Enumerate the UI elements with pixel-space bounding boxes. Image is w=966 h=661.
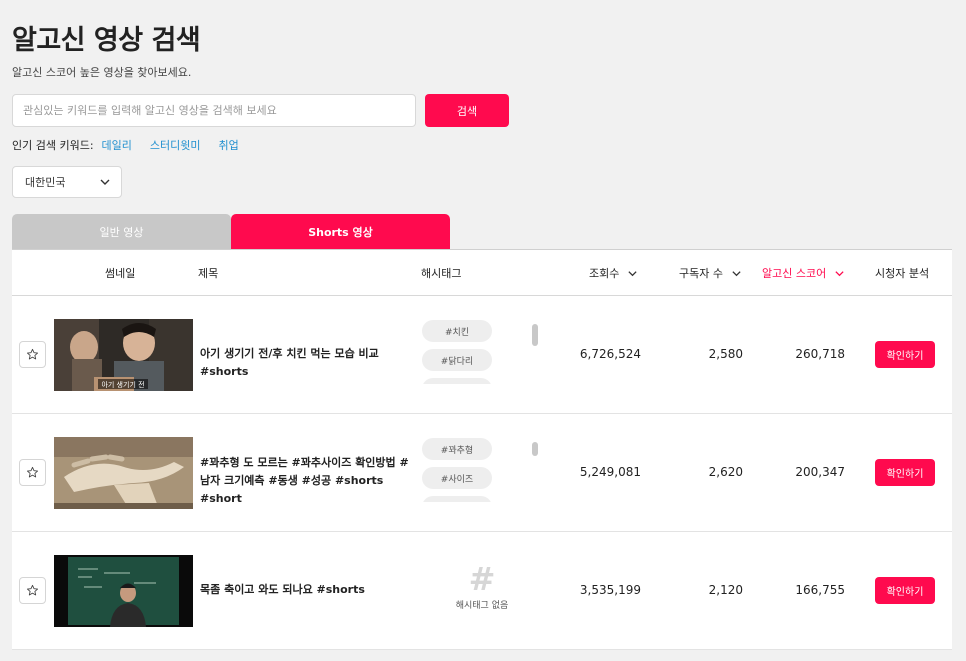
favorite-button[interactable] xyxy=(19,341,46,368)
views-count: 5,249,081 xyxy=(579,465,641,479)
tab-shorts-videos[interactable]: Shorts 영상 xyxy=(231,214,450,249)
favorite-button[interactable] xyxy=(19,577,46,604)
header-hashtags: 해시태그 xyxy=(421,267,462,280)
subscribers-count: 2,120 xyxy=(708,583,743,597)
popular-keyword-link[interactable]: 스터디윗미 xyxy=(150,137,201,153)
header-score-sort[interactable]: 알고신 스코어 xyxy=(762,250,845,296)
search-button[interactable]: 검색 xyxy=(425,94,509,127)
no-hashtag: # 해시태그 없음 xyxy=(432,562,532,611)
table-row: 아기 생기기 전 아기 생기기 전/후 치킨 먹는 모습 비교 #shorts … xyxy=(12,296,952,414)
header-thumbnail: 썸네일 xyxy=(105,267,136,280)
video-thumbnail[interactable]: 아기 생기기 전 xyxy=(54,319,193,391)
view-analysis-button[interactable]: 확인하기 xyxy=(875,341,935,368)
score-value: 200,347 xyxy=(795,465,845,479)
popular-keyword-link[interactable]: 데일리 xyxy=(102,137,132,153)
subscribers-count: 2,620 xyxy=(708,465,743,479)
subscribers-count: 2,580 xyxy=(708,347,743,361)
popular-keyword-link[interactable]: 취업 xyxy=(219,137,239,153)
header-views-label: 조회수 xyxy=(589,267,620,280)
thumbnail-image xyxy=(54,555,193,627)
hashtag-list: #꽈추형 #사이즈 xyxy=(422,438,542,502)
table-row: #꽈추형 도 모르는 #꽈추사이즈 확인방법 #남자 크기예측 #동생 #성공 … xyxy=(12,414,952,532)
header-subscribers-sort[interactable]: 구독자 수 xyxy=(679,250,742,296)
header-views-sort[interactable]: 조회수 xyxy=(589,250,638,296)
hashtag-list: #치킨 #닭다리 xyxy=(422,320,542,384)
thumbnail-image xyxy=(54,437,193,509)
video-thumbnail[interactable] xyxy=(54,437,193,509)
hashtag-scrollbar[interactable] xyxy=(532,324,538,346)
hashtag-scrollbar[interactable] xyxy=(532,442,538,456)
video-title[interactable]: 목좀 축이고 와도 되나요 #shorts xyxy=(200,581,412,599)
star-icon xyxy=(26,348,39,360)
hashtag-chip[interactable]: #치킨 xyxy=(422,320,492,342)
star-icon xyxy=(26,466,39,478)
chevron-down-icon xyxy=(628,270,637,276)
no-hashtag-text: 해시태그 없음 xyxy=(455,601,509,611)
hashtag-chip[interactable]: #닭다리 xyxy=(422,349,492,371)
table-header: 썸네일 제목 해시태그 조회수 구독자 수 알고신 스코어 시청자 분석 xyxy=(12,250,952,296)
page-subtitle: 알고신 스코어 높은 영상을 찾아보세요. xyxy=(12,66,192,79)
hashtag-chip xyxy=(422,496,492,502)
view-analysis-button[interactable]: 확인하기 xyxy=(875,577,935,604)
views-count: 6,726,524 xyxy=(579,347,641,361)
country-select[interactable]: 대한민국 xyxy=(12,166,122,198)
table-row: 목좀 축이고 와도 되나요 #shorts # 해시태그 없음 3,535,19… xyxy=(12,532,952,650)
page-title: 알고신 영상 검색 xyxy=(12,25,201,56)
video-title[interactable]: #꽈추형 도 모르는 #꽈추사이즈 확인방법 #남자 크기예측 #동생 #성공 … xyxy=(200,454,412,508)
star-icon xyxy=(26,584,39,596)
popular-keywords-label: 인기 검색 키워드: xyxy=(12,139,94,152)
score-value: 166,755 xyxy=(795,583,845,597)
popular-keywords: 인기 검색 키워드: 데일리 스터디윗미 취업 xyxy=(12,137,257,153)
hashtag-chip xyxy=(422,378,492,384)
video-title[interactable]: 아기 생기기 전/후 치킨 먹는 모습 비교 #shorts xyxy=(200,345,412,381)
tab-normal-videos[interactable]: 일반 영상 xyxy=(12,214,231,249)
hashtag-chip[interactable]: #사이즈 xyxy=(422,467,492,489)
hashtag-chip[interactable]: #꽈추형 xyxy=(422,438,492,460)
thumbnail-caption: 아기 생기기 전 xyxy=(101,380,144,389)
hashtag-icon: # xyxy=(468,560,496,598)
view-analysis-button[interactable]: 확인하기 xyxy=(875,459,935,486)
favorite-button[interactable] xyxy=(19,459,46,486)
header-subscribers-label: 구독자 수 xyxy=(679,267,723,280)
results-table: 썸네일 제목 해시태그 조회수 구독자 수 알고신 스코어 시청자 분석 아기 … xyxy=(12,249,952,650)
search-input[interactable] xyxy=(12,94,416,127)
country-select-value: 대한민국 xyxy=(25,176,66,189)
video-thumbnail[interactable] xyxy=(54,555,193,627)
header-analysis: 시청자 분석 xyxy=(875,267,930,280)
thumbnail-image: 아기 생기기 전 xyxy=(54,319,193,391)
chevron-down-icon xyxy=(835,270,844,276)
header-title: 제목 xyxy=(198,267,219,280)
chevron-down-icon xyxy=(732,270,741,276)
views-count: 3,535,199 xyxy=(579,583,641,597)
header-score-label: 알고신 스코어 xyxy=(762,267,827,280)
score-value: 260,718 xyxy=(795,347,845,361)
chevron-down-icon xyxy=(100,179,110,185)
